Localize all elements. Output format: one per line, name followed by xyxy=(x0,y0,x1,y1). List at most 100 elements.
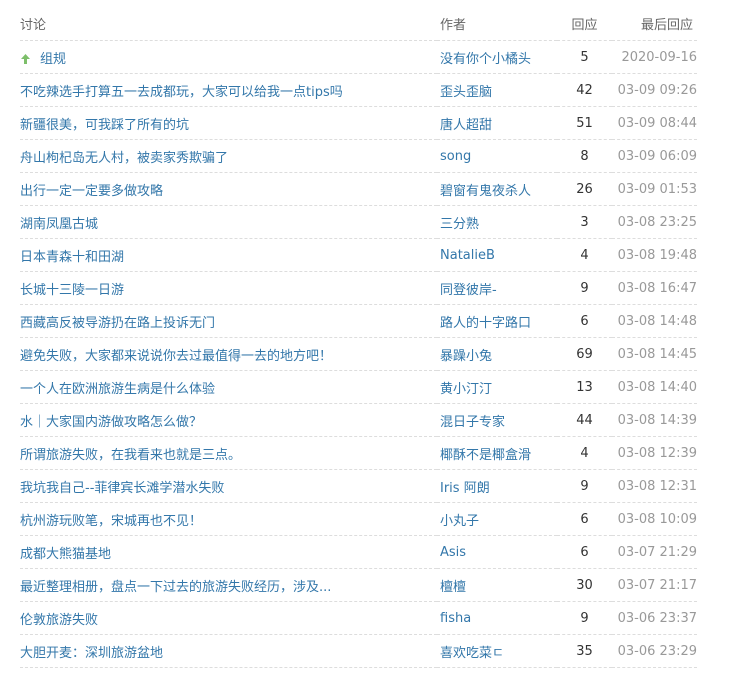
last-reply-time: 03-08 12:31 xyxy=(612,469,697,503)
header-title: 讨论 xyxy=(20,6,437,41)
author-link[interactable]: 檀檀 xyxy=(440,580,466,595)
topic-link[interactable]: 杭州游玩败笔，宋城再也不见！ xyxy=(20,514,202,529)
last-reply-time: 03-08 19:48 xyxy=(612,238,697,272)
topic-cell: 一个人在欧洲旅游生病是什么体验 xyxy=(20,370,437,404)
reply-count: 35 xyxy=(557,634,612,668)
topic-link[interactable]: 伦敦旅游失败 xyxy=(20,613,98,628)
reply-count: 30 xyxy=(557,568,612,602)
topic-link[interactable]: 组规 xyxy=(40,52,66,67)
author-cell: 三分熟 xyxy=(437,205,557,239)
pin-up-arrow-icon xyxy=(20,53,31,65)
topic-cell: 成都大熊猫基地 xyxy=(20,535,437,569)
author-link[interactable]: 碧窗有鬼夜杀人 xyxy=(440,184,531,199)
table-row: 避免失败，大家都来说说你去过最值得一去的地方吧！ 暴躁小兔 69 03-08 14:4… xyxy=(20,337,697,371)
header-author: 作者 xyxy=(437,6,557,41)
topic-cell: 新疆很美，可我踩了所有的坑 xyxy=(20,106,437,140)
author-link[interactable]: 歪头歪脑 xyxy=(440,85,492,100)
author-link[interactable]: song xyxy=(440,149,471,164)
author-link[interactable]: 暴躁小兔 xyxy=(440,349,492,364)
author-cell: song xyxy=(437,139,557,173)
last-reply-time: 03-06 23:29 xyxy=(612,634,697,668)
table-body: 组规 没有你个小橘头 5 2020-09-16 不吃辣选手打算五一去成都玩，大家可以给我… xyxy=(20,40,697,668)
topic-link[interactable]: 最近整理相册，盘点一下过去的旅游失败经历，涉及... xyxy=(20,580,331,595)
author-link[interactable]: 黄小汀汀 xyxy=(440,382,492,397)
author-cell: 路人的十字路口 xyxy=(437,304,557,338)
topic-cell: 组规 xyxy=(20,40,437,74)
topic-cell: 出行一定一定要多做攻略 xyxy=(20,172,437,206)
author-cell: 喜欢吃菜ㄷ xyxy=(437,634,557,668)
topic-link[interactable]: 出行一定一定要多做攻略 xyxy=(20,184,163,199)
topic-cell: 我坑我自己--菲律宾长滩学潜水失败 xyxy=(20,469,437,503)
reply-count: 69 xyxy=(557,337,612,371)
author-cell: Asis xyxy=(437,535,557,569)
last-reply-time: 03-08 14:40 xyxy=(612,370,697,404)
author-link[interactable]: 混日子专家 xyxy=(440,415,505,430)
author-cell: 没有你个小橘头 xyxy=(437,40,557,74)
author-cell: 椰酥不是椰盒滑 xyxy=(437,436,557,470)
topic-link[interactable]: 我坑我自己--菲律宾长滩学潜水失败 xyxy=(20,481,224,496)
topic-cell: 长城十三陵一日游 xyxy=(20,271,437,305)
topic-link[interactable]: 避免失败，大家都来说说你去过最值得一去的地方吧！ xyxy=(20,349,332,364)
reply-count: 4 xyxy=(557,436,612,470)
reply-count: 51 xyxy=(557,106,612,140)
topic-link[interactable]: 成都大熊猫基地 xyxy=(20,547,111,562)
topic-cell: 湖南凤凰古城 xyxy=(20,205,437,239)
table-row: 大胆开麦：深圳旅游盆地 喜欢吃菜ㄷ 35 03-06 23:29 xyxy=(20,634,697,668)
topic-cell: 不吃辣选手打算五一去成都玩，大家可以给我一点tips吗 xyxy=(20,73,437,107)
table-row: 我坑我自己--菲律宾长滩学潜水失败 Iris 阿朗 9 03-08 12:31 xyxy=(20,469,697,503)
topic-link[interactable]: 日本青森十和田湖 xyxy=(20,250,124,265)
last-reply-time: 03-06 23:37 xyxy=(612,601,697,635)
topic-link[interactable]: 湖南凤凰古城 xyxy=(20,217,98,232)
table-row: 所谓旅游失败，在我看来也就是三点。 椰酥不是椰盒滑 4 03-08 12:39 xyxy=(20,436,697,470)
table-row: 舟山枸杞岛无人村，被卖家秀欺骗了 song 8 03-09 06:09 xyxy=(20,139,697,173)
author-link[interactable]: 三分熟 xyxy=(440,217,479,232)
last-reply-time: 03-07 21:17 xyxy=(612,568,697,602)
table-row: 伦敦旅游失败 fisha 9 03-06 23:37 xyxy=(20,601,697,635)
table-row: 一个人在欧洲旅游生病是什么体验 黄小汀汀 13 03-08 14:40 xyxy=(20,370,697,404)
topic-cell: 西藏高反被导游扔在路上投诉无门 xyxy=(20,304,437,338)
author-link[interactable]: 唐人超甜 xyxy=(440,118,492,133)
table-header-row: 讨论 作者 回应 最后回应 xyxy=(20,6,697,41)
reply-count: 3 xyxy=(557,205,612,239)
reply-count: 6 xyxy=(557,502,612,536)
last-reply-time: 03-08 16:47 xyxy=(612,271,697,305)
author-cell: NatalieB xyxy=(437,238,557,272)
topic-link[interactable]: 西藏高反被导游扔在路上投诉无门 xyxy=(20,316,215,331)
reply-count: 42 xyxy=(557,73,612,107)
author-link[interactable]: Asis xyxy=(440,545,466,560)
table-row: 湖南凤凰古城 三分熟 3 03-08 23:25 xyxy=(20,205,697,239)
author-link[interactable]: 小丸子 xyxy=(440,514,479,529)
discussion-table: 讨论 作者 回应 最后回应 组规 没有你个小橘头 5 2020-09-16 不吃辣选手打… xyxy=(20,6,697,668)
author-link[interactable]: 同登彼岸- xyxy=(440,283,497,298)
author-cell: 暴躁小兔 xyxy=(437,337,557,371)
table-row: 西藏高反被导游扔在路上投诉无门 路人的十字路口 6 03-08 14:48 xyxy=(20,304,697,338)
reply-count: 8 xyxy=(557,139,612,173)
topic-link[interactable]: 一个人在欧洲旅游生病是什么体验 xyxy=(20,382,215,397)
table-row: 新疆很美，可我踩了所有的坑 唐人超甜 51 03-09 08:44 xyxy=(20,106,697,140)
topic-link[interactable]: 所谓旅游失败，在我看来也就是三点。 xyxy=(20,448,241,463)
author-link[interactable]: 路人的十字路口 xyxy=(440,316,531,331)
header-last-reply: 最后回应 xyxy=(612,6,697,41)
last-reply-time: 03-08 10:09 xyxy=(612,502,697,536)
topic-link[interactable]: 舟山枸杞岛无人村，被卖家秀欺骗了 xyxy=(20,151,228,166)
author-link[interactable]: 喜欢吃菜ㄷ xyxy=(440,646,504,661)
topic-link[interactable]: 水｜大家国内游做攻略怎么做？ xyxy=(20,415,202,430)
reply-count: 9 xyxy=(557,469,612,503)
topic-cell: 伦敦旅游失败 xyxy=(20,601,437,635)
last-reply-time: 03-09 06:09 xyxy=(612,139,697,173)
topic-link[interactable]: 不吃辣选手打算五一去成都玩，大家可以给我一点tips吗 xyxy=(20,85,343,100)
reply-count: 5 xyxy=(557,40,612,74)
author-link[interactable]: fisha xyxy=(440,611,471,626)
topic-link[interactable]: 新疆很美，可我踩了所有的坑 xyxy=(20,118,189,133)
author-cell: 黄小汀汀 xyxy=(437,370,557,404)
table-row: 最近整理相册，盘点一下过去的旅游失败经历，涉及... 檀檀 30 03-07 21:1… xyxy=(20,568,697,602)
discussion-list: 讨论 作者 回应 最后回应 组规 没有你个小橘头 5 2020-09-16 不吃辣选手打… xyxy=(20,6,697,668)
author-link[interactable]: 椰酥不是椰盒滑 xyxy=(440,448,531,463)
author-link[interactable]: Iris 阿朗 xyxy=(440,481,490,496)
topic-link[interactable]: 大胆开麦：深圳旅游盆地 xyxy=(20,646,163,661)
topic-link[interactable]: 长城十三陵一日游 xyxy=(20,283,124,298)
author-link[interactable]: 没有你个小橘头 xyxy=(440,52,531,67)
last-reply-time: 03-07 21:29 xyxy=(612,535,697,569)
table-row: 杭州游玩败笔，宋城再也不见！ 小丸子 6 03-08 10:09 xyxy=(20,502,697,536)
author-link[interactable]: NatalieB xyxy=(440,248,495,263)
